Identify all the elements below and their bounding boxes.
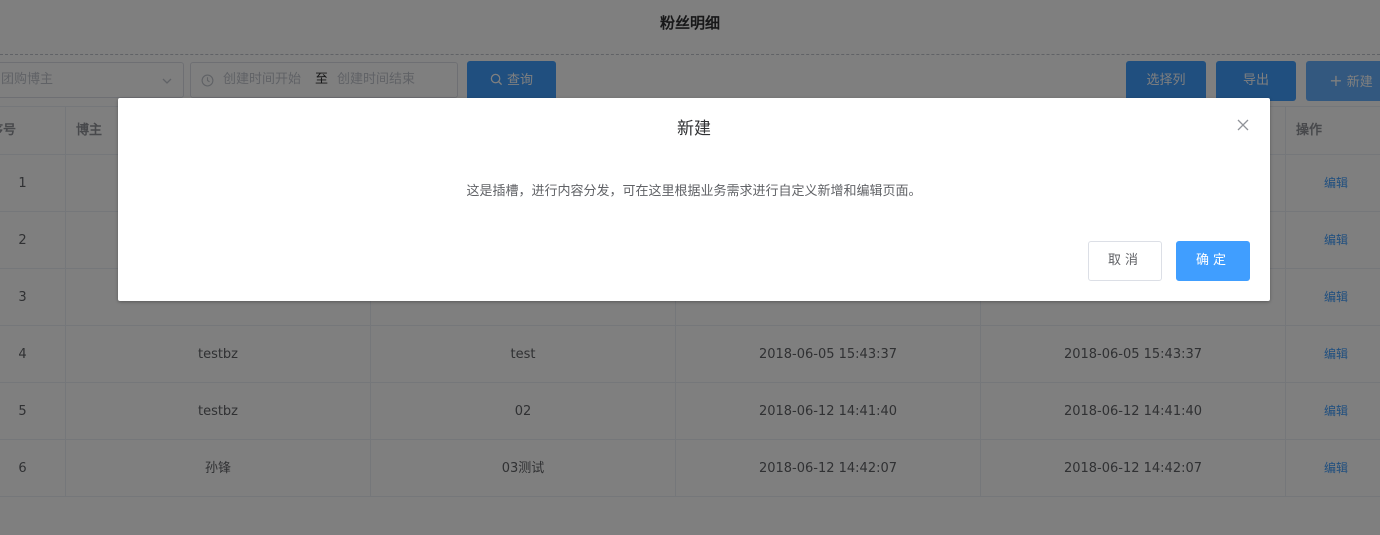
confirm-button[interactable]: 确定: [1176, 241, 1250, 281]
dialog-title: 新建: [677, 119, 711, 139]
dialog-body-text: 这是插槽，进行内容分发，可在这里根据业务需求进行自定义新增和编辑页面。: [466, 184, 922, 199]
new-dialog: 新建 这是插槽，进行内容分发，可在这里根据业务需求进行自定义新增和编辑页面。 取…: [118, 98, 1270, 301]
cancel-button[interactable]: 取消: [1088, 241, 1162, 281]
close-icon[interactable]: [1236, 118, 1250, 132]
